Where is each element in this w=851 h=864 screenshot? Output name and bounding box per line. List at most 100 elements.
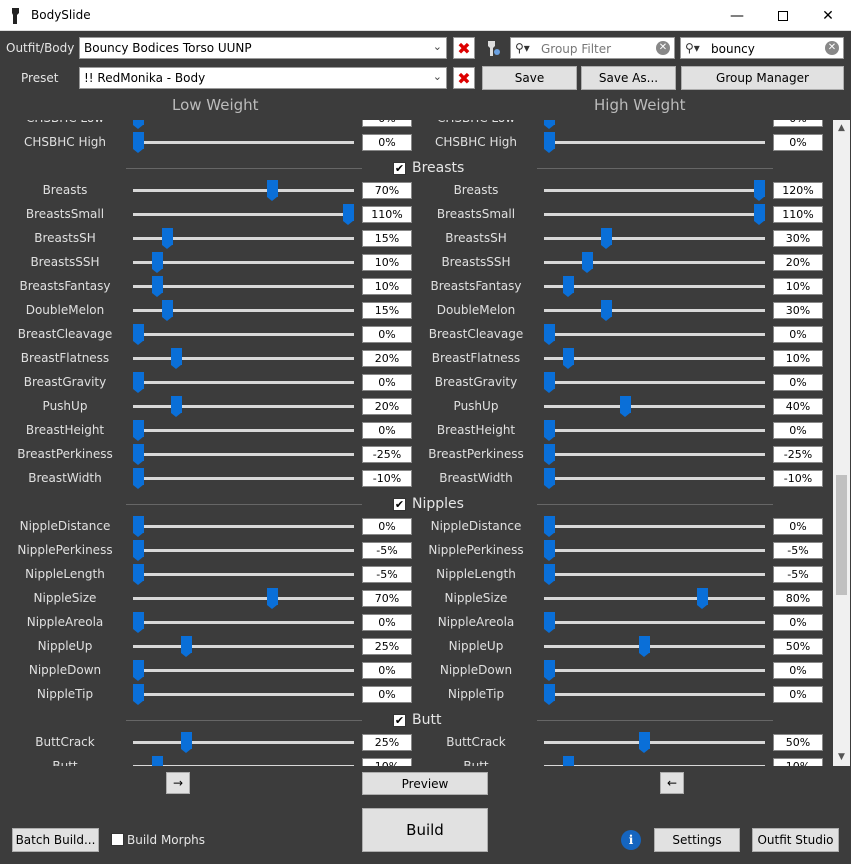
slider-thumb[interactable] bbox=[696, 588, 708, 609]
preset-select[interactable]: !! RedMonika - Body ⌄ bbox=[79, 67, 447, 89]
save-button[interactable]: Save bbox=[482, 66, 577, 90]
slider-value-input[interactable]: -10% bbox=[773, 470, 823, 487]
slider-value-input[interactable]: 120% bbox=[773, 182, 823, 199]
slider-thumb[interactable] bbox=[544, 120, 555, 129]
group-checkbox[interactable]: ✔ bbox=[393, 714, 406, 727]
copy-high-to-low-button[interactable]: ← bbox=[660, 772, 684, 794]
scroll-up-arrow-icon[interactable]: ▲ bbox=[833, 120, 850, 137]
slider-thumb[interactable] bbox=[544, 420, 555, 441]
slider-track[interactable] bbox=[544, 309, 765, 312]
slider-thumb[interactable] bbox=[754, 204, 765, 225]
slider-thumb[interactable] bbox=[544, 660, 555, 681]
slider-value-input[interactable]: 0% bbox=[773, 662, 823, 679]
slider-value-input[interactable]: 0% bbox=[773, 374, 823, 391]
slider-value-input[interactable]: 50% bbox=[773, 734, 823, 751]
slider-thumb[interactable] bbox=[563, 348, 575, 369]
slider-track[interactable] bbox=[544, 237, 765, 240]
slider-track[interactable] bbox=[544, 333, 765, 336]
slider-thumb[interactable] bbox=[582, 252, 594, 273]
outfit-search-input[interactable]: ⚲▾ bouncy ✕ bbox=[680, 37, 844, 59]
scrollbar-thumb[interactable] bbox=[836, 475, 847, 595]
slider-thumb[interactable] bbox=[639, 636, 651, 657]
slider-track[interactable] bbox=[544, 453, 765, 456]
group-manager-button[interactable]: Group Manager bbox=[681, 66, 844, 90]
slider-track[interactable] bbox=[544, 357, 765, 360]
build-button[interactable]: Build bbox=[362, 808, 488, 852]
slider-thumb[interactable] bbox=[544, 324, 555, 345]
slider-thumb[interactable] bbox=[620, 396, 632, 417]
slider-thumb[interactable] bbox=[601, 228, 613, 249]
slider-value-input[interactable]: 50% bbox=[773, 638, 823, 655]
slider-value-input[interactable]: -5% bbox=[773, 542, 823, 559]
clear-outfit-button[interactable]: ✖ bbox=[453, 37, 475, 59]
copy-low-to-high-button[interactable]: → bbox=[166, 772, 190, 794]
slider-value-input[interactable]: 40% bbox=[773, 398, 823, 415]
slider-value-input[interactable]: 0% bbox=[773, 120, 823, 127]
slider-track[interactable] bbox=[544, 477, 765, 480]
minimize-button[interactable]: — bbox=[714, 0, 760, 31]
slider-thumb[interactable] bbox=[544, 516, 555, 537]
slider-track[interactable] bbox=[544, 645, 765, 648]
slider-thumb[interactable] bbox=[544, 468, 555, 489]
slider-value-input[interactable]: 10% bbox=[773, 758, 823, 766]
group-checkbox[interactable]: ✔ bbox=[393, 162, 406, 175]
slider-track[interactable] bbox=[544, 213, 765, 216]
slider-track[interactable] bbox=[544, 429, 765, 432]
clear-search-icon[interactable]: ✕ bbox=[825, 41, 839, 55]
slider-value-input[interactable]: 0% bbox=[773, 518, 823, 535]
slider-thumb[interactable] bbox=[544, 444, 555, 465]
slider-value-input[interactable]: -25% bbox=[773, 446, 823, 463]
slider-thumb[interactable] bbox=[544, 684, 555, 705]
slider-track[interactable] bbox=[544, 549, 765, 552]
scroll-down-arrow-icon[interactable]: ▼ bbox=[833, 749, 850, 766]
close-window-button[interactable]: ✕ bbox=[805, 0, 851, 31]
maximize-button[interactable] bbox=[760, 0, 806, 31]
slider-track[interactable] bbox=[544, 573, 765, 576]
outfit-studio-button[interactable]: Outfit Studio bbox=[752, 828, 839, 852]
slider-value-input[interactable]: 0% bbox=[773, 422, 823, 439]
vertical-scrollbar[interactable]: ▲ ▼ bbox=[833, 120, 850, 766]
slider-track[interactable] bbox=[544, 381, 765, 384]
slider-value-input[interactable]: 10% bbox=[773, 278, 823, 295]
slider-value-input[interactable]: 80% bbox=[773, 590, 823, 607]
slider-value-input[interactable]: 30% bbox=[773, 302, 823, 319]
group-filter-input[interactable]: ⚲▾ Group Filter ✕ bbox=[510, 37, 675, 59]
slider-track[interactable] bbox=[544, 525, 765, 528]
slider-track[interactable] bbox=[544, 765, 765, 766]
batch-build-button[interactable]: Batch Build... bbox=[12, 828, 99, 852]
group-checkbox[interactable]: ✔ bbox=[393, 498, 406, 511]
slider-track[interactable] bbox=[544, 597, 765, 600]
slider-track[interactable] bbox=[544, 741, 765, 744]
build-morphs-checkbox[interactable] bbox=[111, 833, 124, 846]
slider-thumb[interactable] bbox=[639, 732, 651, 753]
slider-track[interactable] bbox=[544, 669, 765, 672]
slider-thumb[interactable] bbox=[563, 756, 575, 766]
preview-button[interactable]: Preview bbox=[362, 772, 488, 795]
slider-track[interactable] bbox=[544, 693, 765, 696]
slider-thumb[interactable] bbox=[601, 300, 613, 321]
slider-value-input[interactable]: 0% bbox=[773, 134, 823, 151]
slider-thumb[interactable] bbox=[544, 540, 555, 561]
slider-thumb[interactable] bbox=[544, 564, 555, 585]
slider-thumb[interactable] bbox=[544, 372, 555, 393]
slider-thumb[interactable] bbox=[754, 180, 765, 201]
slider-value-input[interactable]: 20% bbox=[773, 254, 823, 271]
outfit-body-select[interactable]: Bouncy Bodices Torso UUNP ⌄ bbox=[79, 37, 447, 59]
slider-value-input[interactable]: 0% bbox=[773, 614, 823, 631]
slider-track[interactable] bbox=[544, 621, 765, 624]
slider-list[interactable]: CHSBHC Low0%CHSBHC Low0%CHSBHC High0%CHS… bbox=[0, 120, 833, 766]
slider-value-input[interactable]: 10% bbox=[773, 350, 823, 367]
info-icon[interactable]: i bbox=[621, 830, 641, 850]
clear-search-icon[interactable]: ✕ bbox=[656, 41, 670, 55]
slider-track[interactable] bbox=[544, 285, 765, 288]
slider-thumb[interactable] bbox=[544, 132, 555, 153]
slider-value-input[interactable]: 30% bbox=[773, 230, 823, 247]
slider-value-input[interactable]: 0% bbox=[773, 686, 823, 703]
slider-value-input[interactable]: 110% bbox=[773, 206, 823, 223]
clear-preset-button[interactable]: ✖ bbox=[453, 67, 475, 89]
slider-thumb[interactable] bbox=[563, 276, 575, 297]
slider-thumb[interactable] bbox=[544, 612, 555, 633]
settings-button[interactable]: Settings bbox=[654, 828, 740, 852]
slider-track[interactable] bbox=[544, 405, 765, 408]
slider-track[interactable] bbox=[544, 141, 765, 144]
